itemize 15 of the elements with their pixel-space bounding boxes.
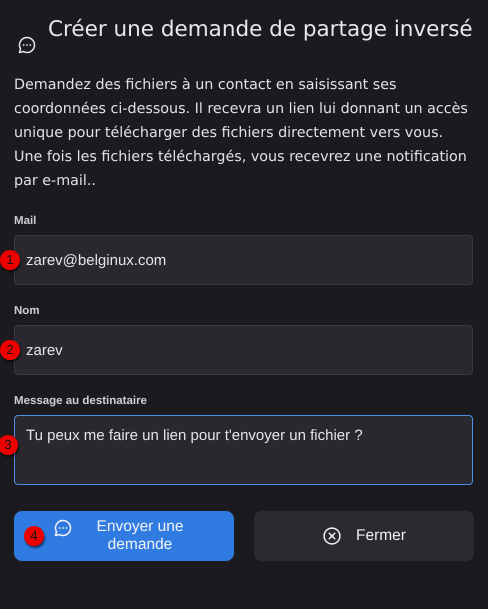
- chat-bubble-icon: [53, 518, 73, 538]
- field-label: Nom: [14, 305, 41, 317]
- field-label: Mail: [14, 215, 38, 227]
- text-field[interactable]: zarev: [14, 325, 473, 375]
- dialog-title: Créer une demande de partage inversé: [48, 16, 473, 44]
- chat-bubble-icon: [17, 35, 37, 55]
- number-badge: 3: [0, 435, 18, 455]
- close-button[interactable]: Fermer: [254, 511, 474, 561]
- field-label: Message au destinataire: [14, 395, 148, 407]
- text-field[interactable]: zarev@belginux.com: [14, 235, 473, 285]
- number-badge: 1: [0, 250, 20, 270]
- close-icon: [322, 526, 342, 546]
- message-field[interactable]: Tu peux me faire un lien pour t'envoyer un fichier ?: [14, 415, 473, 485]
- description-text: Demandez des fichiers à un contact en saisissant ses coordonnées ci-dessous. Il recevra un lien lui donnant un accès unique pour télécharger des fichiers directement vers vous. Une fois les fichiers téléchargés, vous recevrez une notification par e-mail..: [14, 76, 469, 191]
- number-badge: 2: [0, 340, 20, 360]
